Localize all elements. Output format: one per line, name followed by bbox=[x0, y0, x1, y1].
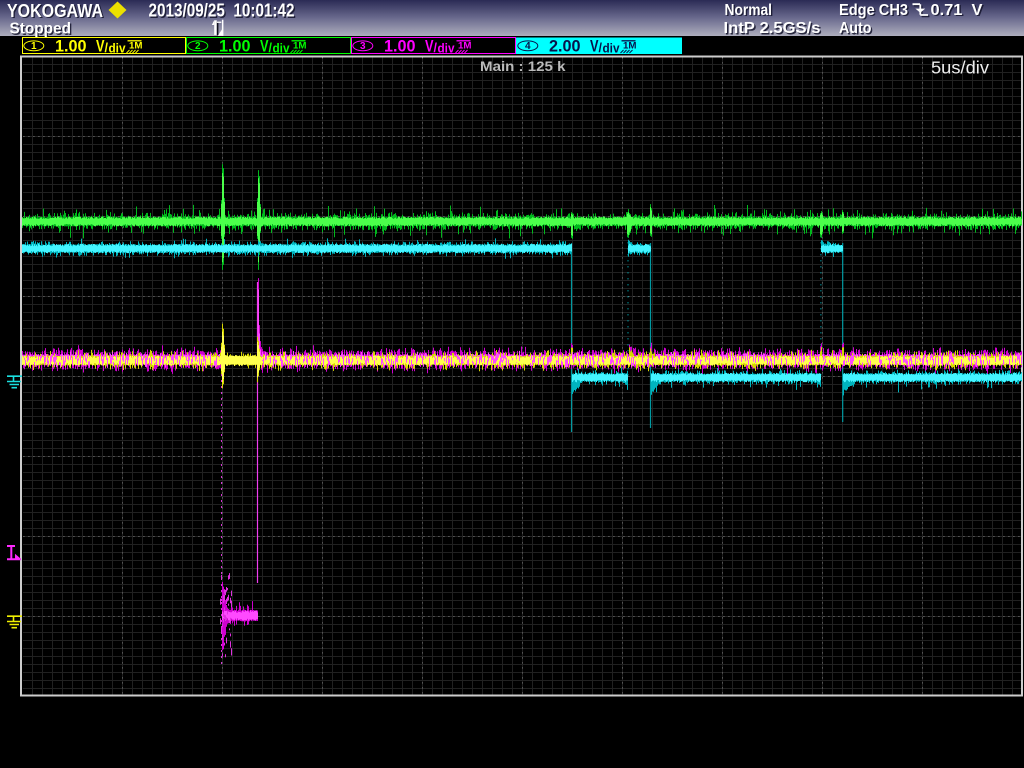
svg-text:Auto: Auto bbox=[839, 20, 872, 37]
svg-text:YOKOGAWA: YOKOGAWA bbox=[7, 1, 103, 21]
svg-text:5us/div: 5us/div bbox=[931, 58, 989, 78]
svg-text:1: 1 bbox=[31, 41, 37, 52]
svg-text:2.00: 2.00 bbox=[549, 37, 581, 56]
svg-text:1M: 1M bbox=[623, 41, 637, 52]
svg-text:2013/09/25 10:01:42: 2013/09/25 10:01:42 bbox=[149, 1, 295, 21]
svg-text:3: 3 bbox=[360, 41, 366, 52]
svg-text:div: div bbox=[438, 42, 455, 56]
svg-text:div: div bbox=[603, 42, 620, 56]
svg-text:4: 4 bbox=[525, 41, 531, 52]
svg-text:1.00: 1.00 bbox=[55, 37, 87, 56]
svg-text:Main : 125 k: Main : 125 k bbox=[480, 59, 566, 74]
svg-text:0.71 V: 0.71 V bbox=[931, 2, 984, 19]
svg-text:Edge CH3: Edge CH3 bbox=[839, 2, 908, 19]
svg-text:Stopped: Stopped bbox=[10, 21, 72, 38]
svg-text:Normal: Normal bbox=[725, 2, 773, 19]
svg-text:1M: 1M bbox=[293, 41, 307, 52]
svg-text:1M: 1M bbox=[458, 41, 472, 52]
svg-text:div: div bbox=[109, 42, 126, 56]
svg-text:1M: 1M bbox=[129, 41, 143, 52]
svg-text:1.00: 1.00 bbox=[219, 37, 251, 56]
svg-text:IntP 2.5GS/s: IntP 2.5GS/s bbox=[724, 20, 821, 37]
svg-text:1.00: 1.00 bbox=[384, 37, 416, 56]
svg-text:2: 2 bbox=[195, 41, 201, 52]
svg-text:div: div bbox=[273, 42, 290, 56]
